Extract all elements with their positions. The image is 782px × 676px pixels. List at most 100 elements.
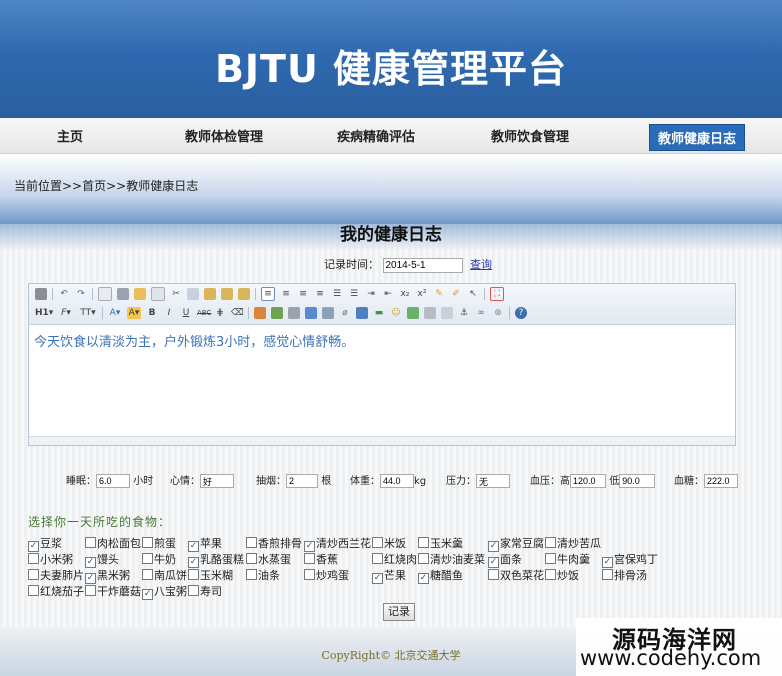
nav-item-home[interactable]: 主页 — [57, 126, 83, 145]
checkbox[interactable] — [304, 569, 315, 580]
food-item[interactable]: 香蕉 — [304, 551, 338, 567]
food-item[interactable]: ✓ 八宝粥 — [142, 583, 187, 600]
checkbox[interactable] — [602, 569, 613, 580]
food-item[interactable]: ✓ 清炒西兰花 — [304, 535, 371, 552]
food-item[interactable]: ✓ 芒果 — [372, 567, 406, 584]
record-date-input[interactable] — [382, 257, 463, 273]
checkbox[interactable] — [545, 537, 556, 548]
unlink-icon[interactable]: ⊗ — [492, 307, 504, 319]
checkbox[interactable] — [246, 553, 257, 564]
anchor-icon[interactable]: ⚓ — [458, 307, 470, 319]
checkbox[interactable] — [85, 537, 96, 548]
clear-format-icon[interactable]: ✎ — [433, 288, 445, 300]
food-item[interactable]: ✓ 馒头 — [85, 551, 119, 568]
food-item[interactable]: 红烧茄子 — [28, 583, 84, 599]
checkbox[interactable] — [85, 585, 96, 596]
multi-image-icon[interactable] — [271, 306, 283, 319]
checkbox[interactable] — [418, 553, 429, 564]
preview-icon[interactable] — [98, 286, 112, 301]
align-left-icon[interactable]: ≡ — [261, 286, 275, 301]
record-submit-button[interactable]: 记录 — [383, 603, 415, 621]
food-item[interactable]: 红烧肉 — [372, 551, 417, 567]
template-icon[interactable] — [134, 287, 146, 300]
food-item[interactable]: ✓ 黑米粥 — [85, 567, 130, 584]
map-icon[interactable] — [407, 306, 419, 319]
checkbox[interactable] — [142, 537, 153, 548]
quick-format-icon[interactable]: ✐ — [450, 288, 462, 300]
highlight-color-icon[interactable]: A▾ — [127, 306, 141, 319]
paste-word-icon[interactable] — [238, 287, 250, 300]
select-all-icon[interactable]: ↖ — [467, 288, 479, 300]
source-icon[interactable] — [35, 287, 47, 300]
checkbox[interactable] — [372, 553, 383, 564]
checkbox[interactable] — [418, 537, 429, 548]
checkbox[interactable] — [188, 569, 199, 580]
audio-icon[interactable] — [322, 306, 334, 319]
food-item[interactable]: 双色菜花 — [488, 567, 544, 583]
fullscreen-icon[interactable]: ⛶ — [490, 286, 504, 301]
line-height-icon[interactable]: ⋕ — [214, 307, 226, 319]
checkbox[interactable] — [142, 553, 153, 564]
emoticon-icon[interactable]: ☺ — [390, 307, 402, 319]
food-item[interactable]: 玉米羹 — [418, 535, 463, 551]
food-item[interactable]: 米饭 — [372, 535, 406, 551]
copy-icon[interactable] — [187, 287, 199, 300]
checkbox[interactable] — [246, 569, 257, 580]
food-item[interactable]: 干炸蘑菇 — [85, 583, 141, 599]
food-item[interactable]: 煎蛋 — [142, 535, 176, 551]
code-icon[interactable] — [151, 286, 165, 301]
subscript-icon[interactable]: x₂ — [399, 288, 411, 300]
checkbox[interactable] — [488, 569, 499, 580]
paste-text-icon[interactable] — [221, 287, 233, 300]
remove-format-icon[interactable]: ⌫ — [231, 307, 244, 319]
pressure-input[interactable] — [476, 474, 510, 488]
nav-item-disease-assessment[interactable]: 疾病精确评估 — [337, 126, 415, 145]
food-item[interactable]: ✓ 糖醋鱼 — [418, 567, 463, 584]
print-icon[interactable] — [117, 287, 129, 300]
paste-icon[interactable] — [204, 287, 216, 300]
food-item[interactable]: 夫妻肺片 — [28, 567, 84, 583]
checkbox[interactable]: ✓ — [142, 589, 153, 600]
food-item[interactable]: 炒鸡蛋 — [304, 567, 349, 583]
food-item[interactable]: ✓ 苹果 — [188, 535, 222, 552]
insert-hr-icon[interactable]: ▬ — [373, 307, 385, 319]
food-item[interactable]: ✓ 乳酪蛋糕 — [188, 551, 244, 568]
checkbox[interactable] — [28, 569, 39, 580]
food-item[interactable]: 油条 — [246, 567, 280, 583]
checkbox[interactable] — [304, 553, 315, 564]
smoke-input[interactable] — [286, 474, 318, 488]
ordered-list-icon[interactable]: ☰ — [331, 288, 343, 300]
mood-input[interactable] — [200, 474, 234, 488]
food-item[interactable]: 香煎排骨 — [246, 535, 302, 551]
checkbox[interactable] — [188, 585, 199, 596]
media-icon[interactable] — [305, 306, 317, 319]
undo-icon[interactable]: ↶ — [58, 288, 70, 300]
nav-item-teacher-checkup[interactable]: 教师体检管理 — [185, 126, 263, 145]
underline-icon[interactable]: U — [180, 307, 192, 319]
food-item[interactable]: ✓ 宫保鸡丁 — [602, 551, 658, 568]
font-family-icon[interactable]: F▾ — [58, 307, 74, 319]
query-link[interactable]: 查询 — [470, 258, 492, 271]
nav-item-diet-management[interactable]: 教师饮食管理 — [491, 126, 569, 145]
heading-icon[interactable]: H1▾ — [35, 307, 53, 319]
bp-low-input[interactable] — [619, 474, 656, 488]
checkbox[interactable] — [545, 553, 556, 564]
food-item[interactable]: 南瓜饼 — [142, 567, 187, 583]
rich-text-editor[interactable]: ↶ ↷ ✂ ≡ ≡ ≡ ≡ ☰ ☰ ⇥ ⇤ x₂ x² ✎ ✐ ↖ ⛶ H1▾ … — [28, 283, 736, 446]
food-item[interactable]: 牛奶 — [142, 551, 176, 567]
weight-input[interactable] — [380, 474, 414, 488]
superscript-icon[interactable]: x² — [416, 288, 428, 300]
nav-item-health-log[interactable]: 教师健康日志 — [649, 124, 746, 151]
table-icon[interactable] — [356, 306, 368, 319]
food-item[interactable]: 排骨汤 — [602, 567, 647, 583]
food-item[interactable]: 寿司 — [188, 583, 222, 599]
link-icon[interactable]: ∞ — [475, 307, 487, 319]
strikethrough-icon[interactable]: ABC — [197, 307, 211, 319]
checkbox[interactable] — [372, 537, 383, 548]
checkbox[interactable] — [28, 553, 39, 564]
font-size-icon[interactable]: TT▾ — [79, 307, 97, 319]
cut-icon[interactable]: ✂ — [170, 288, 182, 300]
align-center-icon[interactable]: ≡ — [280, 288, 292, 300]
bold-icon[interactable]: B — [146, 307, 158, 319]
food-item[interactable]: 肉松面包 — [85, 535, 141, 551]
